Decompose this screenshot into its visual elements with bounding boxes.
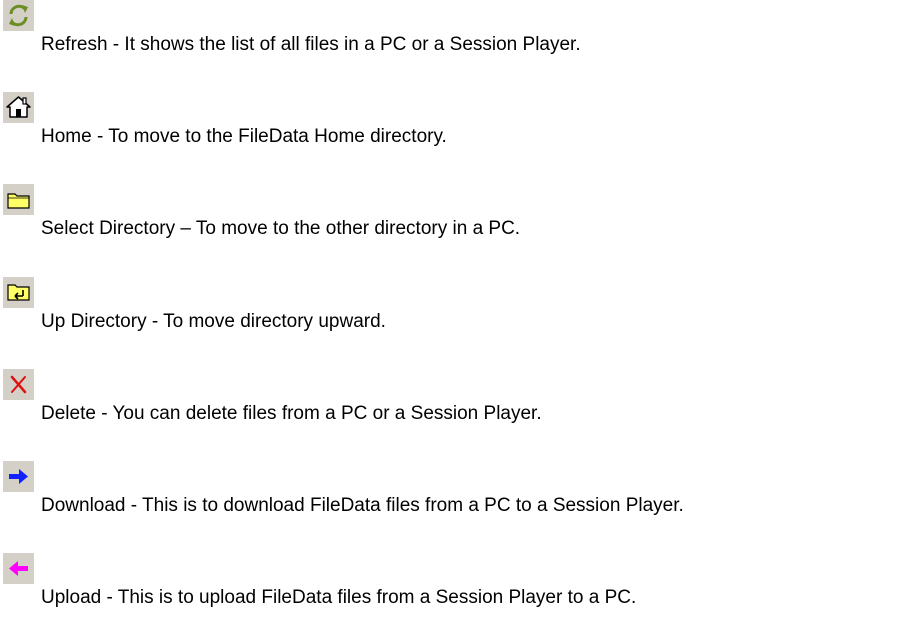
- legend-entry-delete: Delete - You can delete files from a PC …: [0, 369, 903, 431]
- download-arrow-icon[interactable]: [3, 461, 34, 492]
- delete-icon[interactable]: [3, 369, 34, 400]
- folder-icon[interactable]: [3, 184, 34, 215]
- legend-entry-upload: Upload - This is to upload FileData file…: [0, 553, 903, 615]
- up-directory-icon[interactable]: [3, 277, 34, 308]
- select-directory-description: Select Directory – To move to the other …: [41, 218, 521, 239]
- download-description: Download - This is to download FileData …: [41, 495, 684, 516]
- upload-arrow-icon[interactable]: [3, 553, 34, 584]
- delete-description: Delete - You can delete files from a PC …: [41, 403, 542, 424]
- home-icon[interactable]: [3, 92, 34, 123]
- refresh-icon[interactable]: [3, 0, 34, 31]
- upload-description: Upload - This is to upload FileData file…: [41, 587, 637, 608]
- legend-entry-refresh: Refresh - It shows the list of all files…: [0, 0, 903, 62]
- legend-entry-download: Download - This is to download FileData …: [0, 461, 903, 523]
- up-directory-description: Up Directory - To move directory upward.: [41, 311, 386, 332]
- legend-entry-home: Home - To move to the FileData Home dire…: [0, 92, 903, 154]
- legend-entry-select-directory: Select Directory – To move to the other …: [0, 184, 903, 246]
- legend-entry-up-directory: Up Directory - To move directory upward.: [0, 277, 903, 339]
- home-description: Home - To move to the FileData Home dire…: [41, 126, 447, 147]
- refresh-description: Refresh - It shows the list of all files…: [41, 34, 581, 55]
